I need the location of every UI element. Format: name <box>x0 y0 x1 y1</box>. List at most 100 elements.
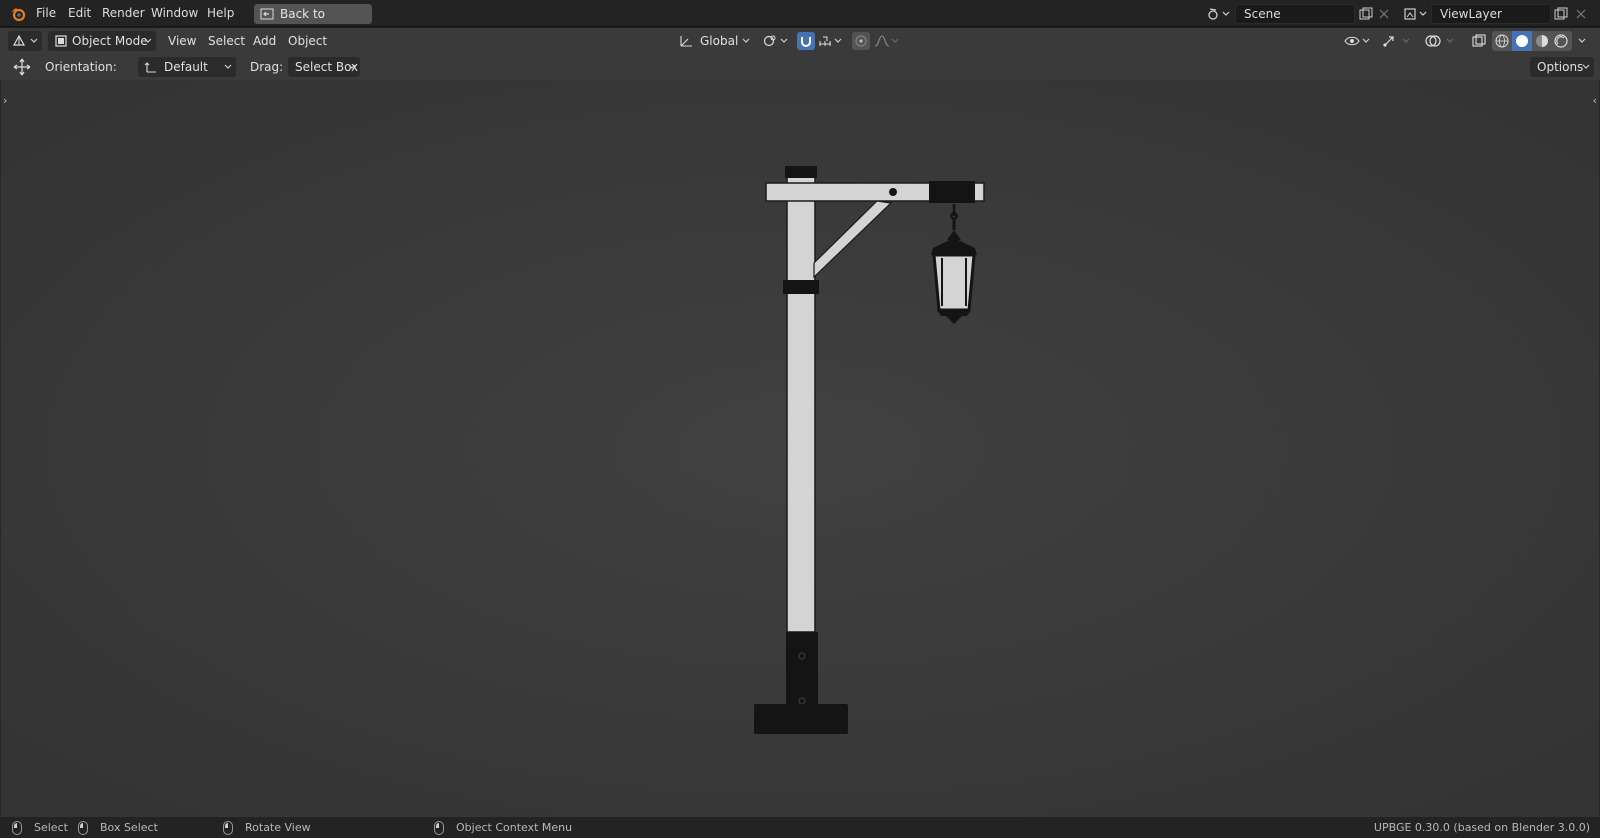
menu-file[interactable]: File <box>34 0 58 27</box>
left-mouse-icon <box>12 821 22 835</box>
menu-add[interactable]: Add <box>253 28 276 54</box>
material-shading-icon[interactable] <box>1535 34 1549 48</box>
scene-name-field[interactable]: Scene <box>1235 4 1355 24</box>
orientation-value: Default <box>164 60 208 74</box>
overlays-toggle[interactable] <box>1424 32 1460 50</box>
menu-help[interactable]: Help <box>205 0 236 27</box>
blender-logo-icon[interactable] <box>10 6 26 22</box>
middle-mouse-icon <box>223 821 233 835</box>
delete-scene-button[interactable] <box>1377 5 1391 23</box>
status-context-menu: Object Context Menu <box>456 821 573 834</box>
view-layer-icon <box>1404 8 1427 20</box>
transform-orientation-dropdown[interactable]: Global <box>674 31 754 51</box>
editor-type-button[interactable] <box>8 31 42 51</box>
header-row-main: Object Mode View Select Add Object Globa… <box>0 28 1600 54</box>
lamp-post-base-plate <box>754 704 848 734</box>
solid-shading-button[interactable] <box>1512 31 1532 51</box>
chevron-down-icon <box>742 38 750 43</box>
3d-viewport[interactable]: › ‹ <box>0 80 1600 817</box>
menu-object[interactable]: Object <box>288 28 327 54</box>
snap-increment-icon <box>819 36 842 46</box>
scene-browse-button[interactable] <box>1205 5 1233 23</box>
orientation-dropdown[interactable]: Default <box>138 57 236 77</box>
transform-orientation-icon <box>680 36 692 47</box>
object-mode-icon <box>55 35 67 47</box>
view-layer-browse-button[interactable] <box>1403 5 1429 23</box>
overlays-icon <box>1425 35 1454 47</box>
chevron-down-icon <box>144 38 152 43</box>
arm-bracket <box>929 181 975 203</box>
lamp-post-object[interactable] <box>754 166 985 734</box>
shading-mode-group <box>1492 31 1572 51</box>
pivot-point-icon <box>763 35 788 47</box>
eye-icon <box>1344 36 1370 46</box>
scene-name: Scene <box>1244 7 1281 21</box>
close-icon <box>1379 9 1389 19</box>
lamp-post-brace <box>813 200 893 279</box>
chevron-down-icon <box>1578 38 1586 43</box>
gizmo-icon <box>1383 36 1410 47</box>
duplicate-icon <box>1359 7 1373 20</box>
chevron-down-icon <box>1582 64 1590 69</box>
lantern <box>931 204 977 324</box>
arm-bolt <box>889 188 897 196</box>
xray-icon <box>1472 34 1486 47</box>
move-tool-icon <box>13 58 31 76</box>
new-view-layer-button[interactable] <box>1552 5 1570 23</box>
status-rotate-view: Rotate View <box>245 821 311 834</box>
new-scene-button[interactable] <box>1357 5 1375 23</box>
viewport-editor-icon <box>12 34 26 46</box>
version-label: UPBGE 0.30.0 (based on Blender 3.0.0) <box>1373 821 1590 834</box>
falloff-curve-icon <box>874 35 899 47</box>
back-to-previous-button[interactable]: Back to Previous <box>254 4 372 41</box>
chevron-down-icon <box>348 64 356 69</box>
object-mode-label: Object Mode <box>72 34 148 48</box>
proportional-editing-toggle[interactable] <box>852 32 870 50</box>
drag-dropdown[interactable]: Select Box <box>288 57 360 77</box>
transform-orientation-label: Global <box>700 34 739 48</box>
xray-toggle[interactable] <box>1470 32 1488 50</box>
orientation-label: Orientation: <box>45 60 117 74</box>
viewport-header: Object Mode View Select Add Object Globa… <box>0 28 1600 80</box>
scene-icon <box>1208 8 1230 20</box>
orientation-icon <box>144 62 156 73</box>
lamp-post-cap <box>785 166 817 178</box>
proportional-editing-icon <box>855 35 867 47</box>
shading-options-dropdown[interactable] <box>1574 32 1590 50</box>
view-layer-name-field[interactable]: ViewLayer <box>1431 4 1551 24</box>
header-row-tool-settings: Orientation: Default Drag: Select Box Op… <box>0 54 1600 80</box>
snap-target-dropdown[interactable] <box>817 32 845 50</box>
menu-select[interactable]: Select <box>208 28 245 54</box>
view-layer-name: ViewLayer <box>1440 7 1502 21</box>
magnet-icon <box>801 37 811 47</box>
top-menu-bar: File Edit Render Window Help Back to Pre… <box>0 0 1600 41</box>
duplicate-icon <box>1554 7 1568 20</box>
lamp-post-collar <box>783 280 819 294</box>
active-tool-button[interactable] <box>12 57 32 77</box>
close-icon <box>1576 9 1586 19</box>
chevron-down-icon <box>224 64 232 69</box>
status-bar: Select Box Select Rotate View Object Con… <box>0 817 1600 838</box>
visibility-dropdown[interactable] <box>1343 32 1373 50</box>
object-mode-dropdown[interactable]: Object Mode <box>48 31 156 51</box>
back-arrow-icon <box>260 8 274 20</box>
pivot-point-dropdown[interactable] <box>762 32 792 50</box>
gizmo-toggle[interactable] <box>1380 32 1416 50</box>
menu-render[interactable]: Render <box>100 0 147 27</box>
menu-edit[interactable]: Edit <box>66 0 93 27</box>
status-box-select: Box Select <box>100 821 158 834</box>
lamp-post-pole <box>786 171 816 633</box>
scene-render <box>754 166 985 734</box>
proportional-falloff-dropdown[interactable] <box>873 32 903 50</box>
drag-label: Drag: <box>250 60 284 74</box>
menu-view[interactable]: View <box>168 28 196 54</box>
drag-mouse-icon <box>78 821 88 835</box>
options-dropdown[interactable]: Options <box>1530 57 1594 77</box>
chevron-down-icon <box>30 38 38 43</box>
right-mouse-icon <box>434 821 444 835</box>
delete-view-layer-button[interactable] <box>1574 5 1588 23</box>
menu-window[interactable]: Window <box>149 0 200 27</box>
rendered-shading-icon[interactable] <box>1554 34 1568 48</box>
snap-toggle[interactable] <box>797 32 815 50</box>
wireframe-shading-icon[interactable] <box>1495 34 1509 48</box>
